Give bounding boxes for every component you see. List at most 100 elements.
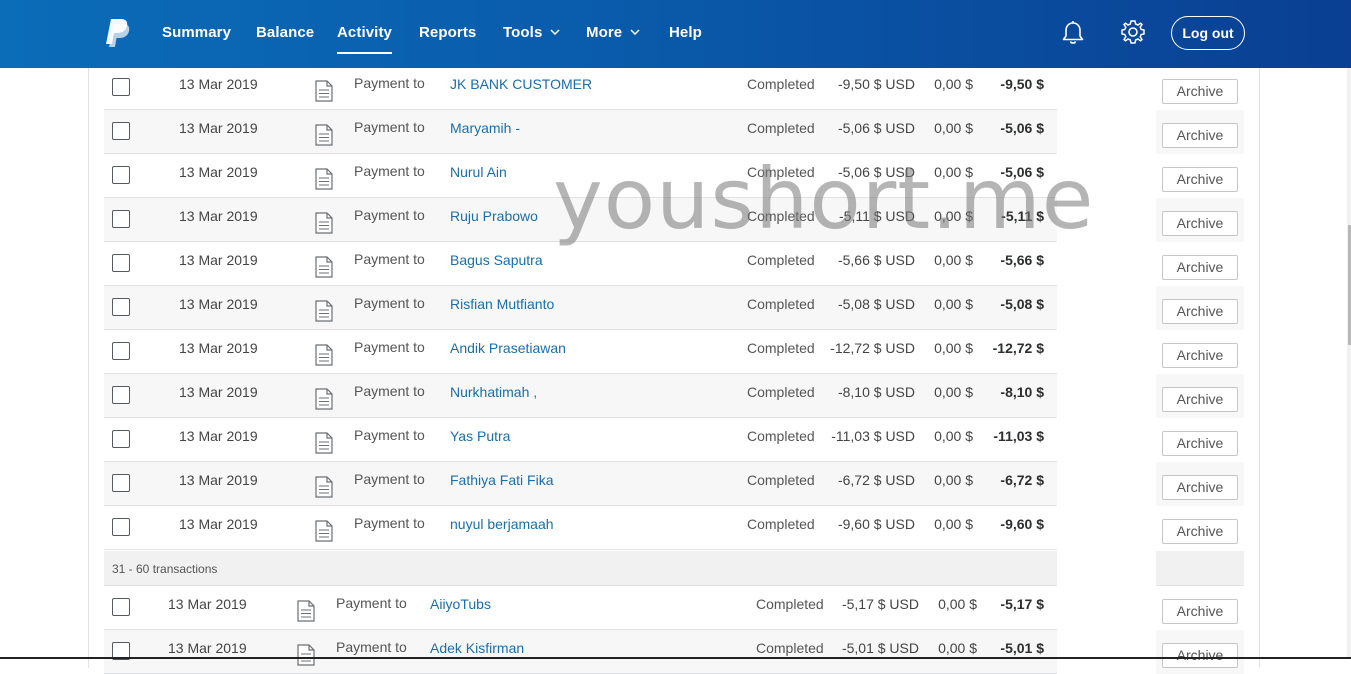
row-checkbox[interactable] (112, 210, 130, 228)
nav-summary-label: Summary (162, 24, 232, 41)
nav-reports[interactable]: Reports (419, 24, 476, 41)
row-checkbox[interactable] (112, 598, 130, 616)
transaction-row[interactable]: 13 Mar 2019 Payment to Ruju Prabowo Complet… (104, 198, 1057, 242)
row-checkbox[interactable] (112, 386, 130, 404)
transaction-row[interactable]: 13 Mar 2019 Payment to Nurul Ain Completed -… (104, 154, 1057, 198)
row-checkbox[interactable] (112, 430, 130, 448)
row-checkbox[interactable] (112, 78, 130, 96)
document-icon[interactable] (315, 168, 333, 190)
archive-button[interactable]: Archive (1162, 387, 1238, 412)
transaction-row[interactable]: 13 Mar 2019 Payment to Andik Prasetiawan Co… (104, 330, 1057, 374)
archive-button[interactable]: Archive (1162, 431, 1238, 456)
archive-button[interactable]: Archive (1162, 211, 1238, 236)
document-icon[interactable] (315, 476, 333, 498)
transaction-date: 13 Mar 2019 (179, 120, 258, 136)
recipient-name-link[interactable]: Fathiya Fati Fika (450, 472, 553, 488)
recipient-name-link[interactable]: Maryamih - (450, 120, 520, 136)
transaction-date: 13 Mar 2019 (179, 164, 258, 180)
row-checkbox[interactable] (112, 122, 130, 140)
transaction-row[interactable]: 13 Mar 2019 Payment to Fathiya Fati Fika Co… (104, 462, 1057, 506)
net-amount: -8,10 $ (1000, 384, 1044, 400)
document-icon[interactable] (315, 344, 333, 366)
gross-amount: -5,17 $ USD (841, 596, 919, 612)
transaction-type: Payment to (354, 295, 425, 311)
recipient-name-link[interactable]: Bagus Saputra (450, 252, 543, 268)
document-icon[interactable] (315, 256, 333, 278)
nav-summary[interactable]: Summary (162, 24, 231, 41)
net-amount: -5,11 $ (1001, 208, 1044, 224)
transaction-status: Completed (747, 516, 815, 532)
document-icon[interactable] (297, 644, 315, 666)
transaction-row[interactable]: 13 Mar 2019 Payment to Yas Putra Completed -… (104, 418, 1057, 462)
document-icon[interactable] (315, 300, 333, 322)
recipient-name-link[interactable]: Risfian Mutfianto (450, 296, 554, 312)
transaction-row[interactable]: 13 Mar 2019 Payment to Nurkhatimah , Comple… (104, 374, 1057, 418)
row-checkbox[interactable] (112, 474, 130, 492)
recipient-name-link[interactable]: Ruju Prabowo (450, 208, 538, 224)
transaction-status: Completed (747, 164, 815, 180)
archive-button[interactable]: Archive (1162, 599, 1238, 624)
chevron-down-icon (550, 29, 560, 35)
row-checkbox[interactable] (112, 254, 130, 272)
transaction-type: Payment to (354, 119, 425, 135)
archive-button[interactable]: Archive (1162, 475, 1238, 500)
gross-amount: -5,06 $ USD (837, 120, 915, 136)
recipient-name-link[interactable]: JK BANK CUSTOMER (450, 76, 592, 92)
transaction-row[interactable]: 13 Mar 2019 Payment to JK BANK CUSTOMER Com… (104, 66, 1057, 110)
gear-icon[interactable] (1120, 19, 1146, 45)
document-icon[interactable] (315, 124, 333, 146)
net-amount: -9,50 $ (1000, 76, 1044, 92)
transaction-type: Payment to (354, 251, 425, 267)
recipient-name-link[interactable]: AiiyoTubs (430, 596, 491, 612)
nav-more[interactable]: More (586, 24, 640, 41)
archive-button[interactable]: Archive (1162, 123, 1238, 148)
row-checkbox[interactable] (112, 298, 130, 316)
top-navigation-bar: Summary Balance Activity Reports Tools M… (0, 0, 1351, 68)
paypal-logo-icon[interactable] (104, 18, 130, 48)
archive-button[interactable]: Archive (1162, 79, 1238, 104)
transaction-status: Completed (747, 384, 815, 400)
archive-button[interactable]: Archive (1162, 299, 1238, 324)
vertical-scrollbar[interactable] (1347, 68, 1351, 659)
nav-activity[interactable]: Activity (337, 24, 392, 54)
recipient-name-link[interactable]: Yas Putra (450, 428, 510, 444)
transaction-row[interactable]: 13 Mar 2019 Payment to Maryamih - Completed… (104, 110, 1057, 154)
archive-button[interactable]: Archive (1162, 643, 1238, 668)
recipient-name-link[interactable]: Adek Kisfirman (430, 640, 524, 656)
document-icon[interactable] (315, 388, 333, 410)
transaction-row[interactable]: 13 Mar 2019 Payment to Risfian Mutfianto Co… (104, 286, 1057, 330)
archive-button[interactable]: Archive (1162, 167, 1238, 192)
document-icon[interactable] (315, 432, 333, 454)
bell-icon[interactable] (1061, 20, 1085, 46)
nav-balance[interactable]: Balance (256, 24, 314, 41)
gross-amount: -5,66 $ USD (837, 252, 915, 268)
transaction-type: Payment to (354, 427, 425, 443)
archive-button[interactable]: Archive (1162, 255, 1238, 280)
net-amount: -11,03 $ (993, 428, 1044, 444)
document-icon[interactable] (315, 80, 333, 102)
document-icon[interactable] (315, 520, 333, 542)
nav-tools[interactable]: Tools (503, 24, 560, 41)
recipient-name-link[interactable]: nuyul berjamaah (450, 516, 554, 532)
recipient-name-link[interactable]: Nurkhatimah , (450, 384, 537, 400)
net-amount: -5,08 $ (1000, 296, 1044, 312)
transaction-row[interactable]: 13 Mar 2019 Payment to nuyul berjamaah Comp… (104, 506, 1057, 550)
document-icon[interactable] (315, 212, 333, 234)
row-checkbox[interactable] (112, 166, 130, 184)
recipient-name-link[interactable]: Nurul Ain (450, 164, 507, 180)
archive-button[interactable]: Archive (1162, 519, 1238, 544)
row-checkbox[interactable] (112, 518, 130, 536)
logout-button[interactable]: Log out (1171, 16, 1245, 50)
archive-button[interactable]: Archive (1162, 343, 1238, 368)
net-amount: -6,72 $ (1000, 472, 1044, 488)
transaction-row[interactable]: 13 Mar 2019 Payment to Bagus Saputra Comple… (104, 242, 1057, 286)
row-checkbox[interactable] (112, 342, 130, 360)
fee-amount: 0,00 $ (934, 472, 973, 488)
recipient-name-link[interactable]: Andik Prasetiawan (450, 340, 566, 356)
transaction-status: Completed (756, 596, 824, 612)
transaction-row[interactable]: 13 Mar 2019 Payment to Adek Kisfirman Compl… (104, 630, 1057, 674)
transaction-status: Completed (747, 296, 815, 312)
transaction-row[interactable]: 13 Mar 2019 Payment to AiiyoTubs Completed -… (104, 586, 1057, 630)
document-icon[interactable] (297, 600, 315, 622)
nav-help[interactable]: Help (669, 24, 702, 41)
